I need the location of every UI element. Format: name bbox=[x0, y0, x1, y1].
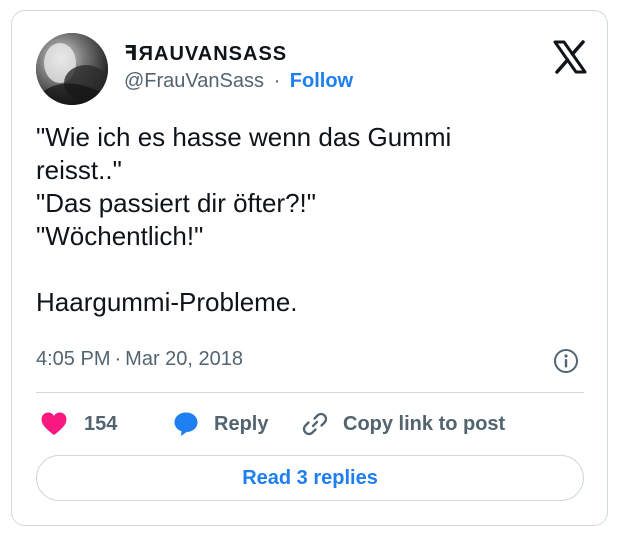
read-replies-button[interactable]: Read 3 replies bbox=[36, 455, 584, 501]
action-bar: 154 Reply Copy link to post bbox=[36, 407, 584, 441]
tweet-meta: 4:05 PM · Mar 20, 2018 bbox=[36, 348, 243, 371]
tweet-card: ꟻЯAUVANSASS @FrauVanSass · Follow "Wie i… bbox=[11, 10, 608, 526]
divider bbox=[36, 392, 584, 393]
link-icon bbox=[301, 410, 329, 438]
avatar[interactable] bbox=[36, 33, 108, 105]
author-display-name[interactable]: ꟻЯAUVANSASS bbox=[124, 41, 287, 66]
like-button[interactable]: 154 bbox=[40, 407, 117, 441]
meta-separator: · bbox=[114, 348, 122, 370]
reply-button[interactable]: Reply bbox=[172, 407, 268, 441]
speech-bubble-icon bbox=[172, 410, 200, 438]
follow-button[interactable]: Follow bbox=[290, 70, 353, 92]
copy-link-label: Copy link to post bbox=[343, 412, 506, 435]
tweet-time[interactable]: 4:05 PM bbox=[36, 348, 110, 370]
tweet-date[interactable]: Mar 20, 2018 bbox=[125, 348, 243, 370]
handle-separator: · bbox=[273, 70, 281, 92]
x-logo-icon[interactable] bbox=[552, 39, 588, 75]
heart-icon bbox=[40, 411, 68, 437]
like-count: 154 bbox=[84, 412, 118, 435]
tweet-text: "Wie ich es hasse wenn das Gummi reisst.… bbox=[36, 122, 452, 317]
reply-label: Reply bbox=[214, 412, 269, 435]
author-handle[interactable]: @FrauVanSass bbox=[124, 70, 264, 92]
info-icon[interactable] bbox=[553, 348, 579, 374]
author-handle-row: @FrauVanSass · Follow bbox=[124, 70, 353, 93]
copy-link-button[interactable]: Copy link to post bbox=[301, 407, 505, 441]
